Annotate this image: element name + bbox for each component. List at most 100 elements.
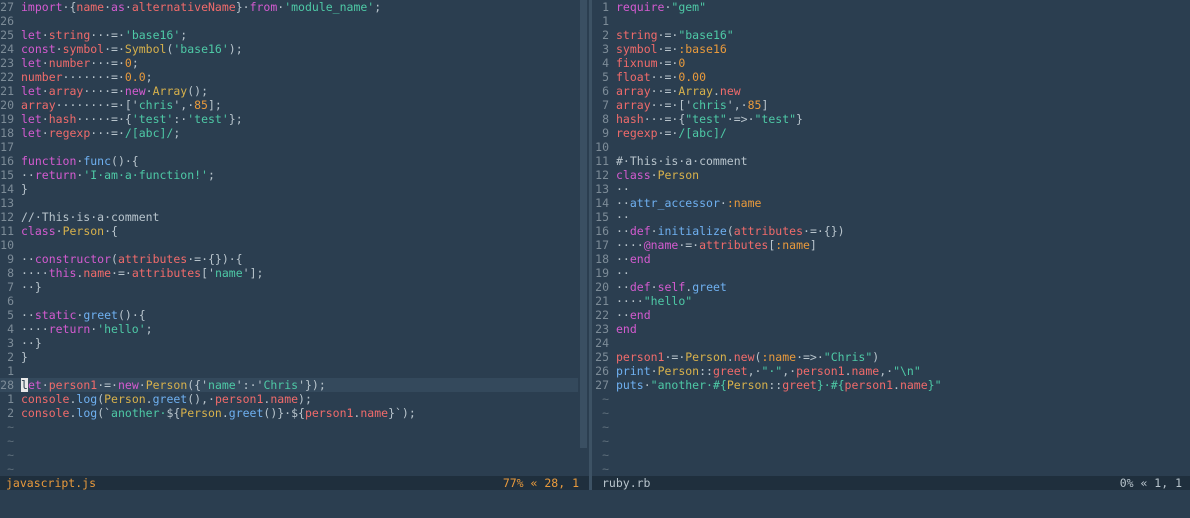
code-line[interactable]: 10 <box>592 140 1190 154</box>
code-line[interactable]: 25 let·string···=·'base16'; <box>0 28 578 42</box>
line-number: 17 <box>0 140 14 154</box>
code-line[interactable]: 18 let·regexp···=·/[abc]/; <box>0 126 578 140</box>
code-line[interactable]: 9 ··constructor(attributes·=·{})·{ <box>0 252 578 266</box>
code-line[interactable]: 16 function·func()·{ <box>0 154 578 168</box>
javascript-editor-pane[interactable]: 27 import·{name·as·alternativeName}·from·… <box>0 0 578 476</box>
code-line[interactable]: 5 ··static·greet()·{ <box>0 308 578 322</box>
code-line[interactable]: 22 number·······=·0.0; <box>0 70 578 84</box>
code-line[interactable]: 16 ··def·initialize(attributes·=·{}) <box>592 224 1190 238</box>
empty-buffer-line[interactable]: ~ <box>0 448 578 462</box>
code-line[interactable]: 3 ··} <box>0 336 578 350</box>
code-token: attr_accessor <box>629 196 720 210</box>
code-line[interactable]: 20 array········=·['chris',·85]; <box>0 98 578 112</box>
code-line[interactable]: 9 regexp·=·/[abc]/ <box>592 126 1190 140</box>
code-line[interactable]: 11 class·Person·{ <box>0 224 578 238</box>
code-line[interactable]: 24 <box>592 336 1190 350</box>
ruby-editor-pane[interactable]: 1 require·"gem" 1 2 string·=·"base16" 3 symbol… <box>592 0 1190 476</box>
code-line[interactable]: 2 console.log(`another·${Person.greet()}·… <box>0 406 578 420</box>
code-line[interactable]: 17 ····@name·=·attributes[:name] <box>592 238 1190 252</box>
code-token: hash <box>616 112 644 126</box>
code-token: Symbol <box>124 42 167 56</box>
code-line[interactable]: 23 end <box>592 322 1190 336</box>
code-line[interactable]: 27 import·{name·as·alternativeName}·from·… <box>0 0 578 14</box>
code-line[interactable]: 7 array··=·['chris',·85] <box>592 98 1190 112</box>
code-line[interactable]: 7 ··} <box>0 280 578 294</box>
code-line[interactable]: 22 ··end <box>592 308 1190 322</box>
code-line[interactable]: 1 console.log(Person.greet(),·person1.nam… <box>0 392 578 406</box>
code-token: ·=· <box>678 238 700 252</box>
code-line[interactable]: 6 <box>0 294 578 308</box>
code-token: Person <box>685 350 727 364</box>
code-token: · <box>41 126 49 140</box>
code-token: new <box>117 378 139 392</box>
empty-buffer-line[interactable]: ~ <box>0 420 578 434</box>
code-line[interactable]: 17 <box>0 140 578 154</box>
code-line[interactable]: 1 require·"gem" <box>592 0 1190 14</box>
code-line[interactable]: 14} <box>0 182 578 196</box>
empty-buffer-line[interactable]: ~ <box>592 448 1190 462</box>
code-token: 'test' <box>187 112 229 126</box>
code-token: ·· <box>616 224 630 238</box>
code-token: end <box>616 322 637 336</box>
code-line[interactable]: 26 <box>0 14 578 28</box>
right-filename[interactable]: ruby.rb <box>602 476 650 490</box>
code-line[interactable]: 14 ··attr_accessor·:name <box>592 196 1190 210</box>
empty-buffer-line[interactable]: ~ <box>592 420 1190 434</box>
code-token: greet <box>228 406 264 420</box>
code-line[interactable]: 6 array··=·Array.new <box>592 84 1190 98</box>
code-line[interactable]: 4 fixnum·=·0 <box>592 56 1190 70</box>
code-token: regexp <box>48 126 91 140</box>
code-token: ·· <box>616 280 630 294</box>
code-token: · <box>643 378 651 392</box>
code-line[interactable]: 10 <box>0 238 578 252</box>
code-token: · <box>41 378 49 392</box>
code-line[interactable]: 21 ····"hello" <box>592 294 1190 308</box>
code-token: as <box>111 0 125 14</box>
left-scrollbar[interactable] <box>578 0 589 476</box>
code-line[interactable]: 15 ··return·'I·am·a·function!'; <box>0 168 578 182</box>
empty-buffer-line[interactable]: ~ <box>0 462 578 476</box>
code-line[interactable]: 3 symbol·=·:base16 <box>592 42 1190 56</box>
code-line[interactable]: 20 ··def·self.greet <box>592 280 1190 294</box>
line-number: 18 <box>595 252 609 266</box>
code-line[interactable]: 27 puts·"another·#{Person::greet}·#{perso… <box>592 378 1190 392</box>
code-token: ·· <box>21 308 35 322</box>
code-line[interactable]: 1 <box>0 364 578 378</box>
code-token: et <box>27 378 42 392</box>
code-line[interactable]: 19 ·· <box>592 266 1190 280</box>
code-line[interactable]: 19 let·hash·····=·{'test':·'test'}; <box>0 112 578 126</box>
tilde-marker: ~ <box>7 420 14 434</box>
code-line[interactable]: 18 ··end <box>592 252 1190 266</box>
code-token: "\n" <box>893 364 921 378</box>
code-line[interactable]: 26 print·Person::greet,·"·",·person1.name… <box>592 364 1190 378</box>
code-line[interactable]: 15 ·· <box>592 210 1190 224</box>
code-line[interactable]: 24 const·symbol·=·Symbol('base16'); <box>0 42 578 56</box>
empty-buffer-line[interactable]: ~ <box>592 392 1190 406</box>
code-line[interactable]: 4 ····return·'hello'; <box>0 322 578 336</box>
left-scrollbar-thumb[interactable] <box>580 0 587 448</box>
code-line[interactable]: 1 <box>592 14 1190 28</box>
code-line[interactable]: 11 #·This·is·a·comment <box>592 154 1190 168</box>
left-filename[interactable]: javascript.js <box>6 476 96 490</box>
code-line[interactable]: 25 person1·=·Person.new(:name·=>·"Chris") <box>592 350 1190 364</box>
empty-buffer-line[interactable]: ~ <box>592 406 1190 420</box>
code-line[interactable]: 8 ····this.name·=·attributes['name']; <box>0 266 578 280</box>
empty-buffer-line[interactable]: ~ <box>592 434 1190 448</box>
code-token: new <box>719 84 741 98</box>
code-line[interactable]: 28 let·person1·=·new·Person({'name':·'Chr… <box>0 378 578 392</box>
code-line[interactable]: 23 let·number···=·0; <box>0 56 578 70</box>
code-line[interactable]: 2} <box>0 350 578 364</box>
code-token: · <box>138 378 146 392</box>
code-line[interactable]: 13 <box>0 196 578 210</box>
empty-buffer-line[interactable]: ~ <box>0 434 578 448</box>
code-line[interactable]: 12 class·Person <box>592 168 1190 182</box>
code-line[interactable]: 8 hash···=·{"test"·=>·"test"} <box>592 112 1190 126</box>
code-line[interactable]: 13 ·· <box>592 182 1190 196</box>
code-line[interactable]: 2 string·=·"base16" <box>592 28 1190 42</box>
line-number: 1 <box>7 364 14 378</box>
right-scrollbar[interactable] <box>1182 0 1190 476</box>
code-line[interactable]: 21 let·array····=·new·Array(); <box>0 84 578 98</box>
code-line[interactable]: 12 //·This·is·a·comment <box>0 210 578 224</box>
code-line[interactable]: 5 float··=·0.00 <box>592 70 1190 84</box>
empty-buffer-line[interactable]: ~ <box>592 462 1190 476</box>
